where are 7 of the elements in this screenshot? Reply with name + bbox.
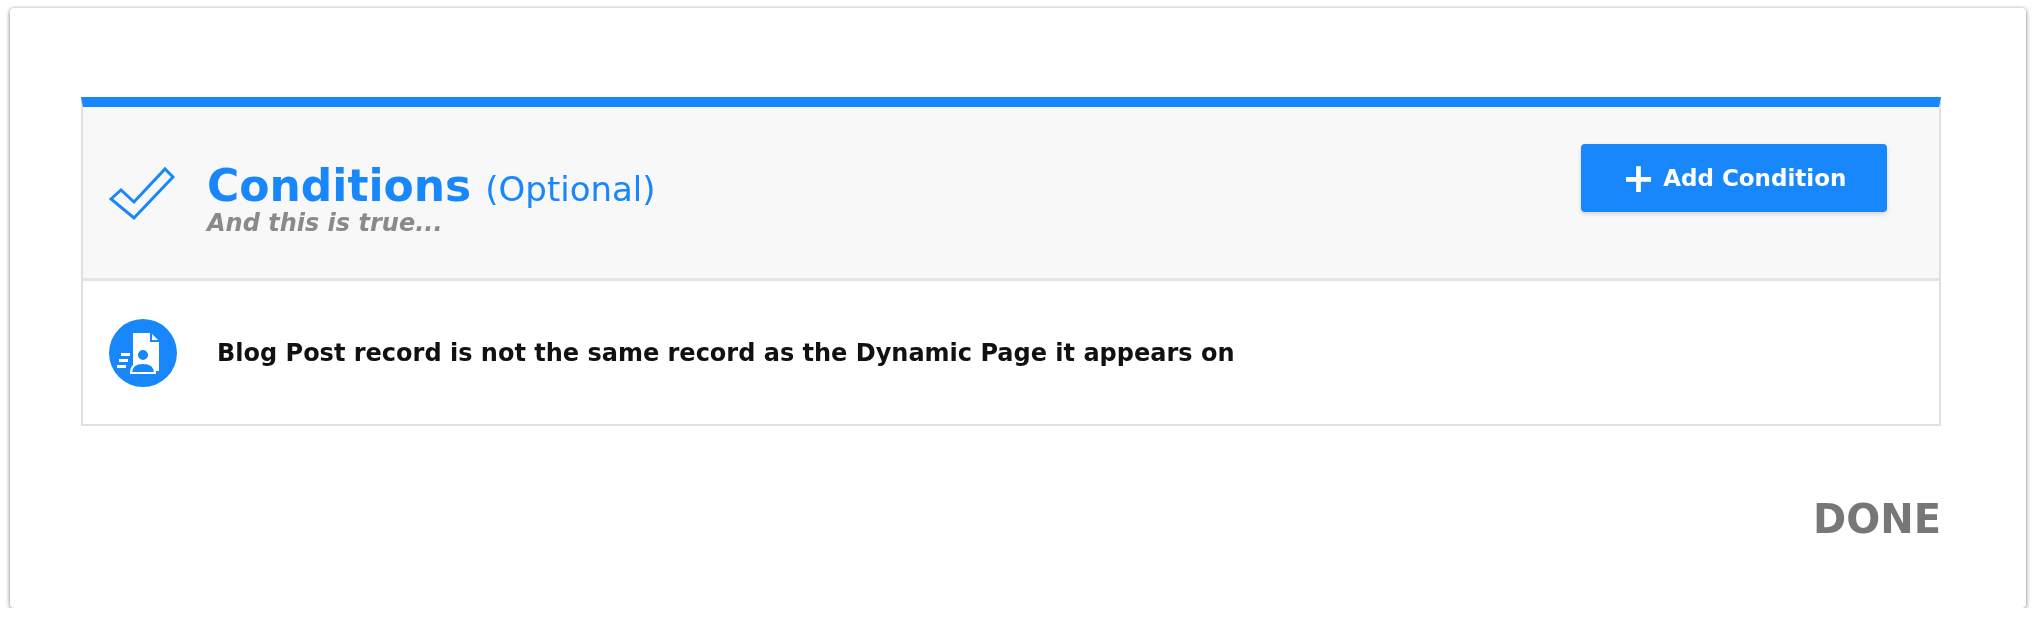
optional-label: (Optional): [485, 169, 656, 209]
condition-text: Blog Post record is not the same record as the Dynamic Page it appears on: [217, 338, 1235, 367]
section-title: Conditions: [207, 160, 472, 211]
checkmark-icon: [109, 164, 175, 221]
done-button[interactable]: DONE: [1813, 496, 1941, 542]
section-subtitle: And this is true...: [207, 209, 444, 237]
record-user-icon: [109, 318, 177, 387]
